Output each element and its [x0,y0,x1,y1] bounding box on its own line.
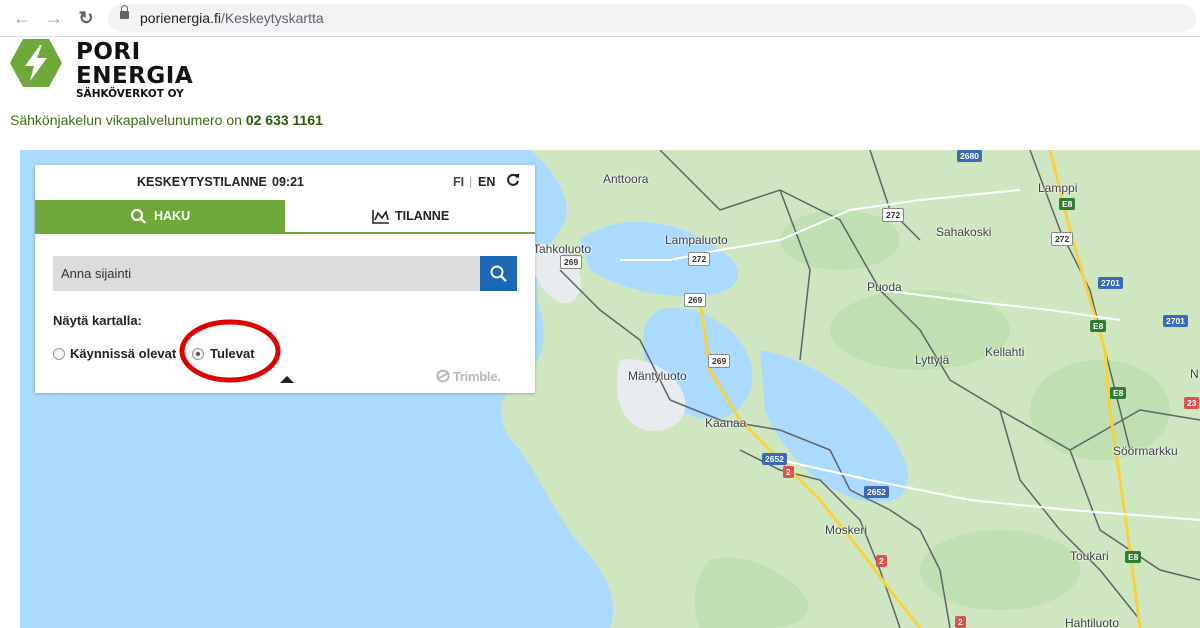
highlight-circle [179,319,281,383]
tab-haku-label: HAKU [154,209,191,223]
brand-line-1: PORI [76,39,141,65]
road-shield: 2 [876,555,887,567]
url-text: porienergia.fi/Keskeytyskartta [140,10,324,26]
road-shield: 272 [1051,232,1074,246]
panel-collapse-caret-icon[interactable] [280,376,294,383]
tab-tilanne-label: TILANNE [395,209,450,223]
road-shield: 272 [688,252,711,266]
outage-panel: KESKEYTYSTILANNE 09:21 FI | EN HAKU TILA… [35,165,535,393]
lang-en-link[interactable]: EN [478,175,495,189]
back-icon[interactable]: ← [12,8,32,28]
map-place-label: Puoda [867,280,902,294]
panel-time: 09:21 [272,175,304,189]
road-shield: 269 [560,255,583,269]
show-on-map-label: Näytä kartalla: [53,313,142,328]
location-search-input[interactable] [53,256,480,291]
map-place-label: Lyttylä [915,353,950,367]
trimble-logo-icon [436,369,450,383]
road-shield: 269 [684,293,707,307]
road-shield: 2701 [1163,315,1188,327]
brand-line-3: SÄHKÖVERKOT OY [76,88,184,100]
map-place-label: Kaanaa [705,416,747,430]
map-place-label: Tahkoluoto [533,242,592,256]
road-shield: 2701 [1098,277,1123,289]
hotline-text: Sähkönjakelun vikapalvelunumero on [10,112,246,128]
map-place-label: Mäntyluoto [628,369,687,383]
panel-header: KESKEYTYSTILANNE 09:21 FI | EN [35,165,535,200]
lang-separator: | [469,175,473,189]
road-shield: 272 [882,208,905,222]
brand-name[interactable]: PORI ENERGIA SÄHKÖVERKOT OY [76,40,193,100]
browser-toolbar: ← → ↻ porienergia.fi/Keskeytyskartta [0,0,1200,37]
search-icon [130,208,147,224]
tab-tilanne[interactable]: TILANNE [285,200,535,232]
road-shield: E8 [1110,387,1127,399]
hotline-number: 02 633 1161 [245,112,323,128]
url-path: /Keskeytyskartta [220,10,324,26]
lock-icon [120,5,129,19]
address-bar[interactable]: porienergia.fi/Keskeytyskartta [108,4,1196,32]
radio-ongoing-label[interactable]: Käynnissä olevat [70,346,176,361]
panel-title: KESKEYTYSTILANNE [137,175,267,189]
url-domain: porienergia.fi [140,10,221,26]
road-shield: 2 [783,466,794,478]
radio-ongoing[interactable] [53,348,65,360]
map-place-label: Söörmarkku [1113,444,1178,458]
lang-fi-link[interactable]: FI [453,175,464,189]
refresh-icon[interactable] [506,173,520,187]
road-shield: 2680 [957,150,982,162]
forward-icon[interactable]: → [44,8,64,28]
map-place-label: Lamppi [1038,181,1078,195]
panel-tabs: HAKU TILANNE [35,200,535,234]
road-shield: E8 [1059,198,1076,210]
road-shield: E8 [1125,551,1142,563]
trimble-watermark: Trimble. [453,369,501,384]
tab-haku[interactable]: HAKU [35,200,285,232]
map-place-label: Kellahti [985,345,1025,359]
road-shield: E8 [1090,320,1107,332]
chart-icon [372,210,389,224]
pori-energia-logo-icon[interactable] [10,38,62,88]
brand-line-2: ENERGIA [76,63,194,89]
road-shield: 23 [1184,397,1200,409]
map-place-label: Anttoora [603,172,649,186]
fault-hotline: Sähkönjakelun vikapalvelunumero on 02 63… [10,112,323,128]
search-button[interactable] [480,256,517,291]
map-place-label: Moskeri [825,523,868,537]
road-shield: 2 [955,616,966,628]
map-place-label: Sahakoski [936,225,992,239]
map-place-label: Lampaluoto [665,233,728,247]
map-place-label: Toukari [1070,549,1109,563]
map-place-label: Hahtiluoto [1065,616,1120,628]
road-shield: 2652 [762,453,787,465]
road-shield: 2652 [864,486,889,498]
reload-icon[interactable]: ↻ [76,8,96,28]
map-place-label: N [1190,367,1199,381]
search-icon [490,265,507,282]
road-shield: 269 [708,354,731,368]
